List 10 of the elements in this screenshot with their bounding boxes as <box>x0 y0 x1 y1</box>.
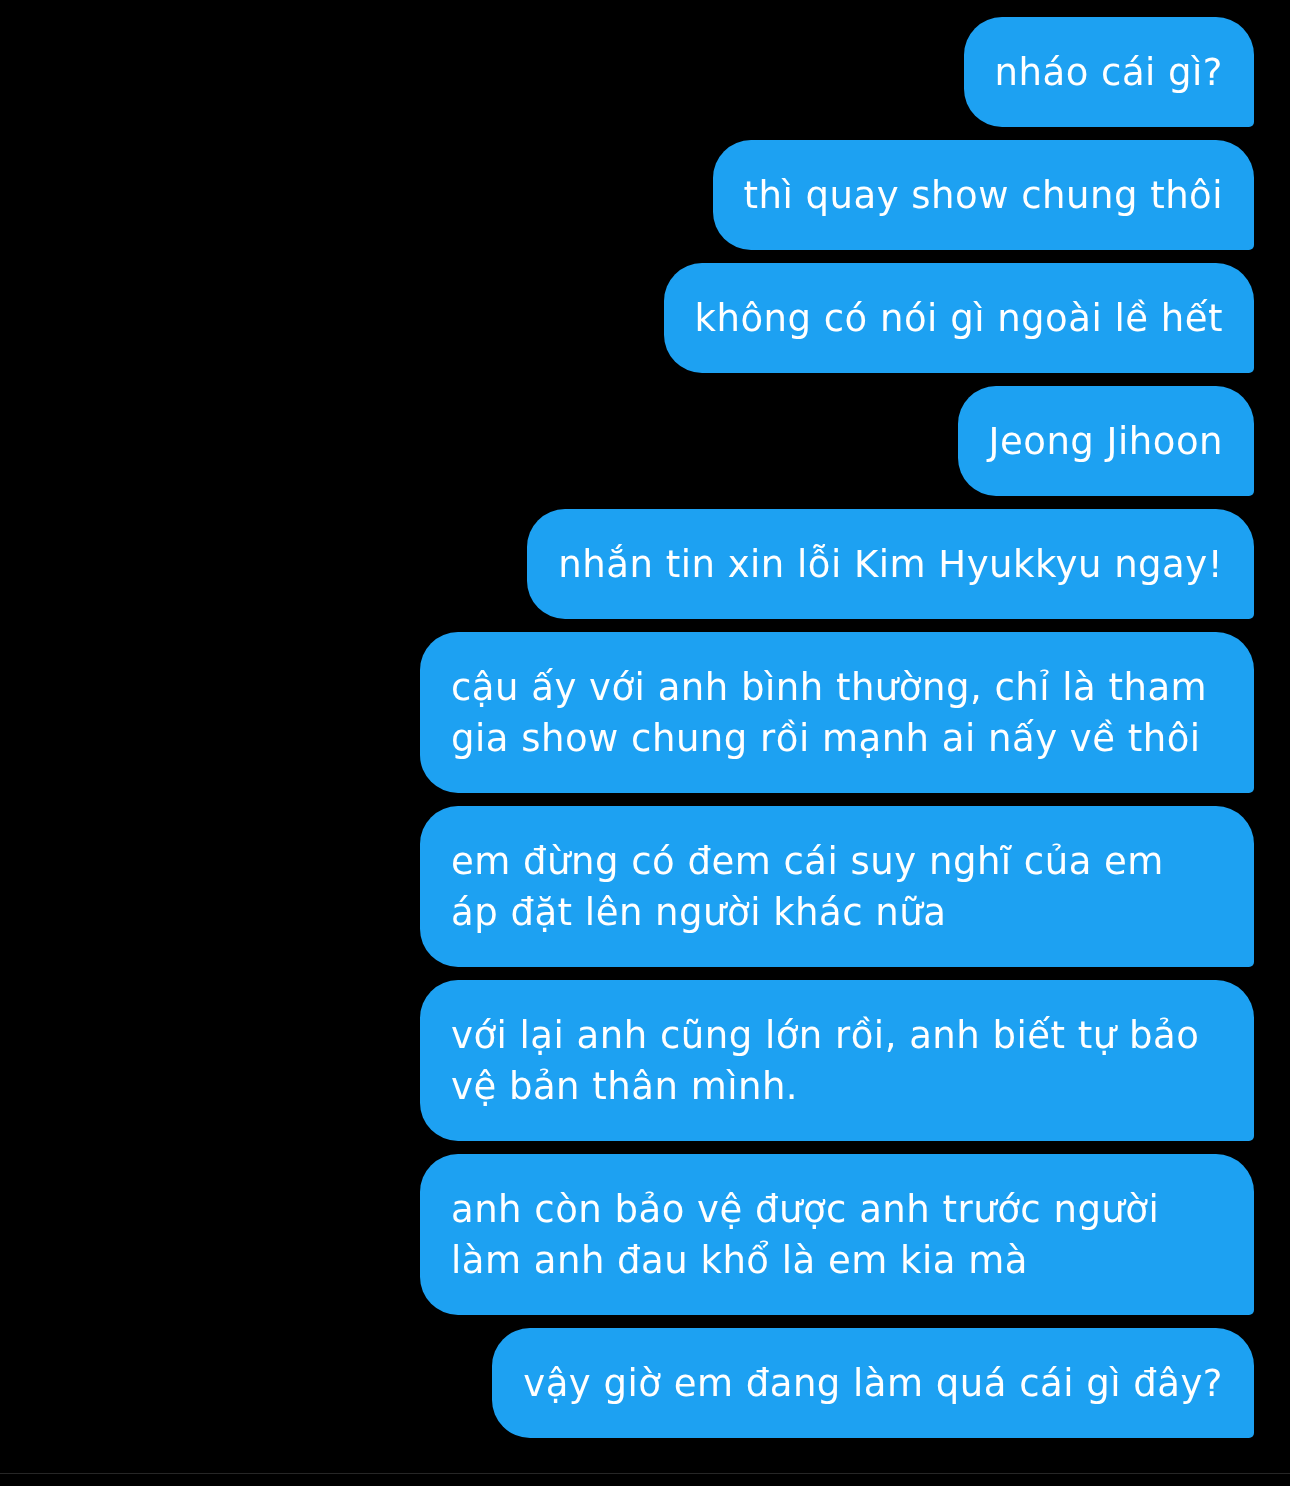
message-bubble: em đừng có đem cái suy nghĩ của em áp đặt lên người khác nữa <box>420 806 1254 967</box>
message-bubble: không có nói gì ngoài lề hết <box>663 263 1254 373</box>
message-bubble: anh còn bảo vệ được anh trước người làm anh đau khổ là em kia mà <box>420 1154 1254 1315</box>
message-bubble: Jeong Jihoon <box>957 386 1254 496</box>
message-bubble: nháo cái gì? <box>963 17 1254 127</box>
message-bubble: thì quay show chung thôi <box>712 140 1254 250</box>
message-bubble: nhắn tin xin lỗi Kim Hyukkyu ngay! <box>527 509 1254 619</box>
message-bubble: vậy giờ em đang làm quá cái gì đây? <box>492 1328 1254 1438</box>
message-bubble: cậu ấy với anh bình thường, chỉ là tham gia show chung rồi mạnh ai nấy về thôi <box>420 632 1254 793</box>
message-bubble: với lại anh cũng lớn rồi, anh biết tự bảo vệ bản thân mình. <box>420 980 1254 1141</box>
